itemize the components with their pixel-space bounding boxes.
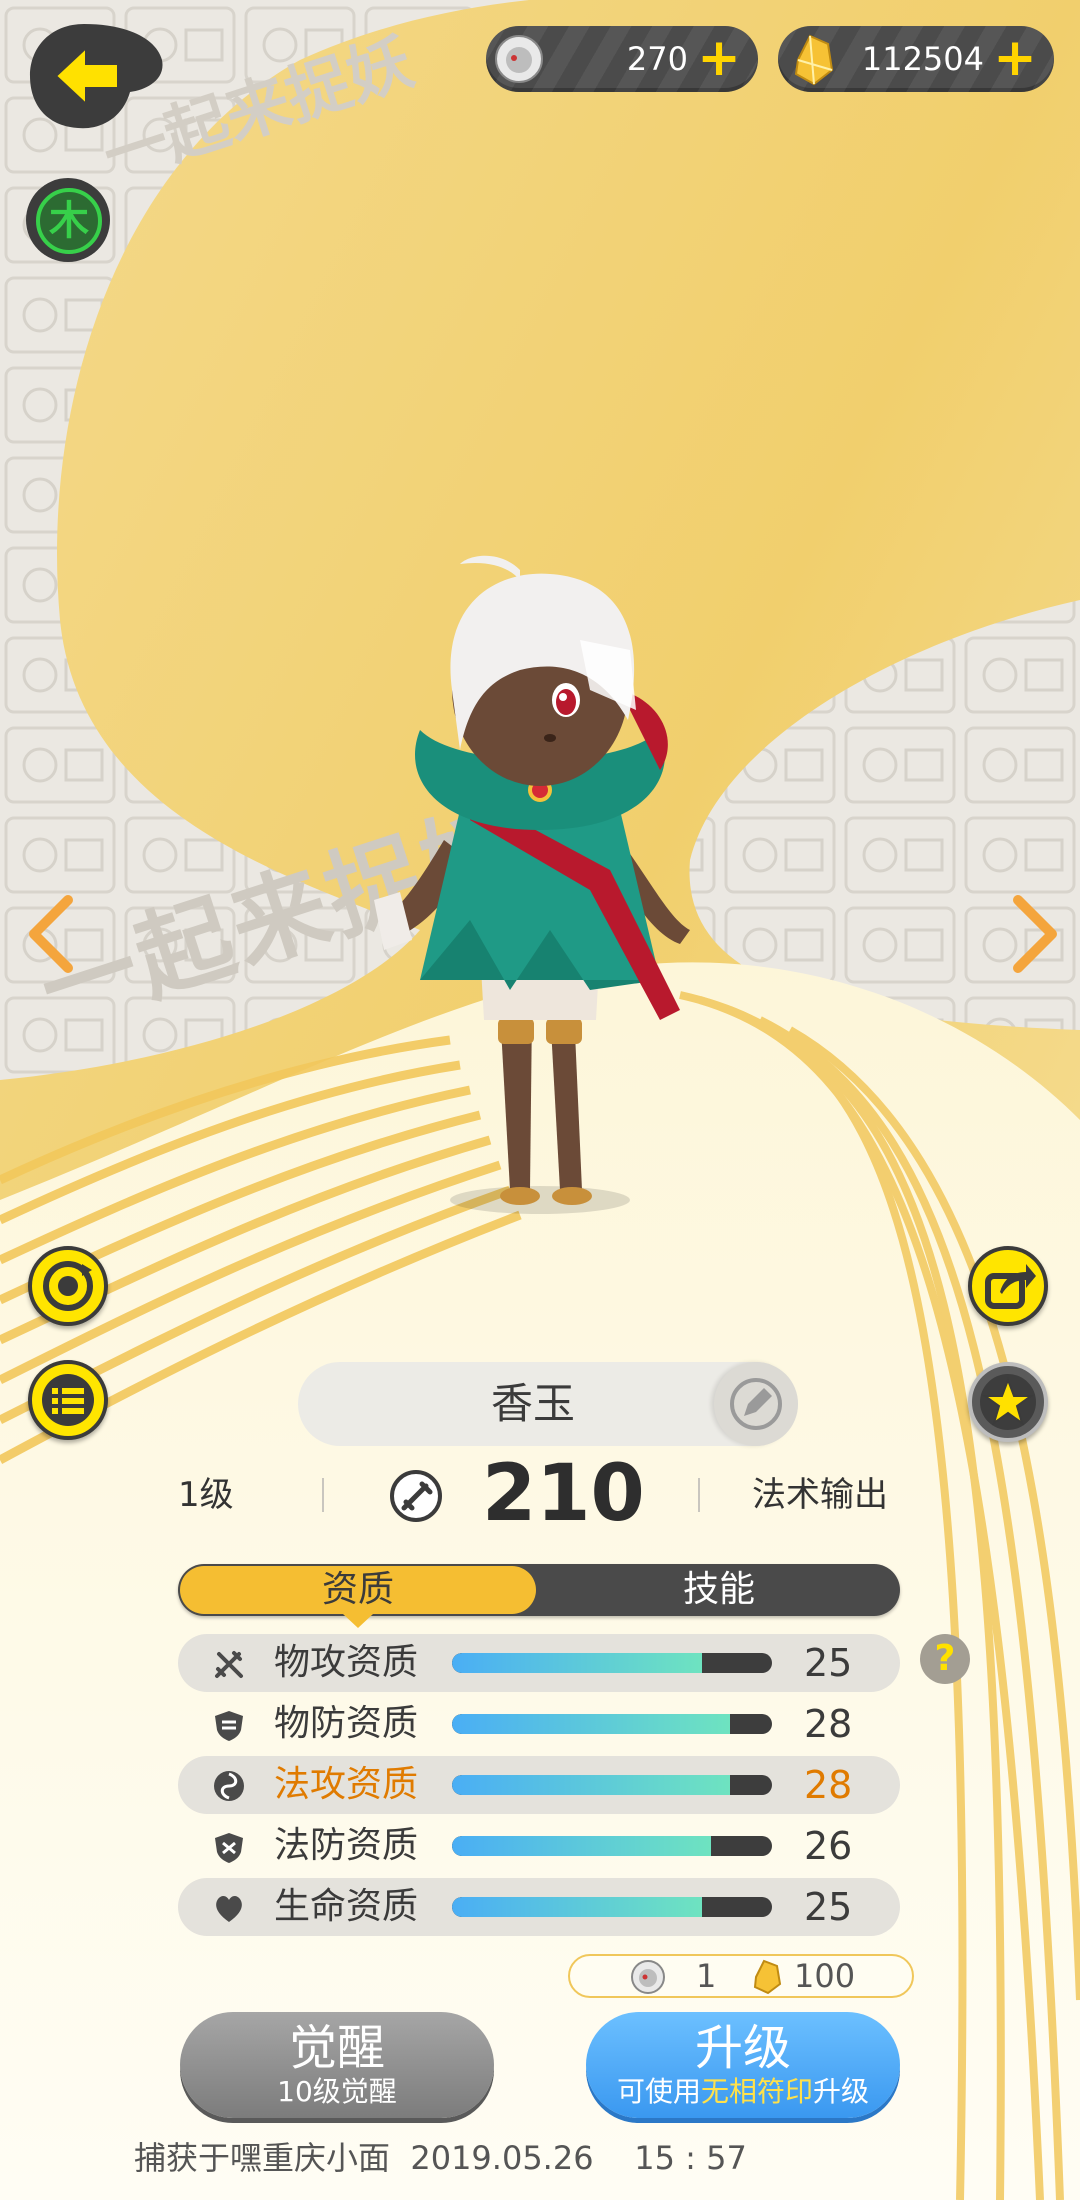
monster-character [374,555,690,1214]
stat-bar-fill [452,1836,712,1856]
stat-bar [452,1714,772,1734]
upgrade-button[interactable]: 升级 可使用无相符印升级 [586,2012,900,2118]
tab-pointer [343,1614,373,1628]
refresh-button[interactable] [28,1246,108,1326]
cost-crystals: 100 [794,1957,856,1995]
chevron-right-icon [1013,895,1057,973]
help-button[interactable]: ? [920,1634,970,1684]
stat-value: 28 [804,1702,853,1746]
swirl-icon [214,1771,244,1801]
coin-amount: 270 [626,40,688,78]
edit-pen-icon [730,1378,782,1430]
heart-icon [216,1896,242,1922]
list-icon [42,1374,94,1426]
back-button[interactable] [26,20,166,130]
coin-counter: 270 + [486,26,758,92]
tab-aptitude[interactable]: 资质 [180,1566,536,1614]
share-icon [985,1264,1036,1309]
rename-button[interactable] [714,1362,798,1446]
stat-label: 法防资质 [274,1825,419,1866]
stat-row: 物攻资质 25 [178,1634,900,1692]
add-crystals-button[interactable]: + [990,32,1040,84]
cost-coins: 1 [696,1957,717,1995]
monster-role: 法术输出 [752,1475,888,1515]
magic-shield-icon [215,1833,243,1863]
stat-bar-fill [452,1775,731,1795]
next-monster-button[interactable] [1004,894,1064,974]
coin-icon [495,35,543,83]
combat-power: 210 [482,1449,645,1539]
stat-bar [452,1897,772,1917]
wood-element-icon: 木 [36,188,102,254]
element-badge[interactable]: 木 [26,178,110,262]
stat-label: 生命资质 [274,1886,419,1927]
upgrade-sublabel: 可使用无相符印升级 [586,2076,900,2108]
shield-icon [215,1711,243,1741]
tab-skills[interactable]: 技能 [540,1566,898,1614]
upgrade-sub-item: 无相符印 [700,2075,813,2108]
game-screen: 一起来捉妖 一起来捉妖 270 + 112504 + 木 香玉 1级 210 法… [0,0,1080,2200]
stat-value: 25 [804,1641,853,1685]
crystal-counter: 112504 + [778,26,1054,92]
share-button[interactable] [968,1246,1048,1326]
chevron-left-icon [29,895,73,973]
stat-row: 法攻资质 28 [178,1756,900,1814]
stat-bar-fill [452,1653,702,1673]
stat-bar-fill [452,1897,702,1917]
capture-info: 捕获于嘿重庆小面 2019.05.26 15 : 57 [134,2139,747,2177]
awaken-button[interactable]: 觉醒 10级觉醒 [180,2012,494,2118]
crystal-icon [753,1959,782,1995]
divider [698,1478,700,1512]
crossed-swords-icon [215,1651,243,1678]
stat-label: 物攻资质 [274,1642,419,1683]
stat-row: 生命资质 25 [178,1878,900,1936]
upgrade-sub-prefix: 可使用 [616,2075,701,2108]
favorite-button[interactable] [968,1362,1048,1442]
list-button[interactable] [28,1360,108,1440]
prev-monster-button[interactable] [22,894,82,974]
awaken-label: 觉醒 [288,2020,385,2076]
stat-value: 28 [804,1763,853,1807]
stat-value: 26 [804,1824,853,1868]
crystal-icon [794,34,834,86]
coin-icon [631,1960,665,1994]
upgrade-label: 升级 [694,2020,791,2076]
stat-row: 法防资质 26 [178,1817,900,1875]
star-icon [980,1374,1036,1430]
stat-label: 法攻资质 [274,1764,419,1805]
stat-bar [452,1836,772,1856]
question-icon: ? [934,1638,956,1679]
stat-bar-fill [452,1714,731,1734]
add-coins-button[interactable]: + [694,32,744,84]
divider [322,1478,324,1512]
upgrade-cost: 1 100 [568,1954,914,1998]
crystal-amount: 112504 [861,40,984,78]
refresh-icon [43,1261,93,1311]
monster-level: 1级 [178,1475,234,1515]
combat-power-icon [390,1470,442,1522]
back-arrow-icon [30,24,163,129]
stat-row: 物防资质 28 [178,1695,900,1753]
stat-bar [452,1775,772,1795]
awaken-sublabel: 10级觉醒 [277,2075,397,2108]
monster-name: 香玉 [490,1379,575,1428]
stat-label: 物防资质 [274,1703,419,1744]
upgrade-sub-suffix: 升级 [813,2075,870,2108]
stat-value: 25 [804,1885,853,1929]
stat-bar [452,1653,772,1673]
